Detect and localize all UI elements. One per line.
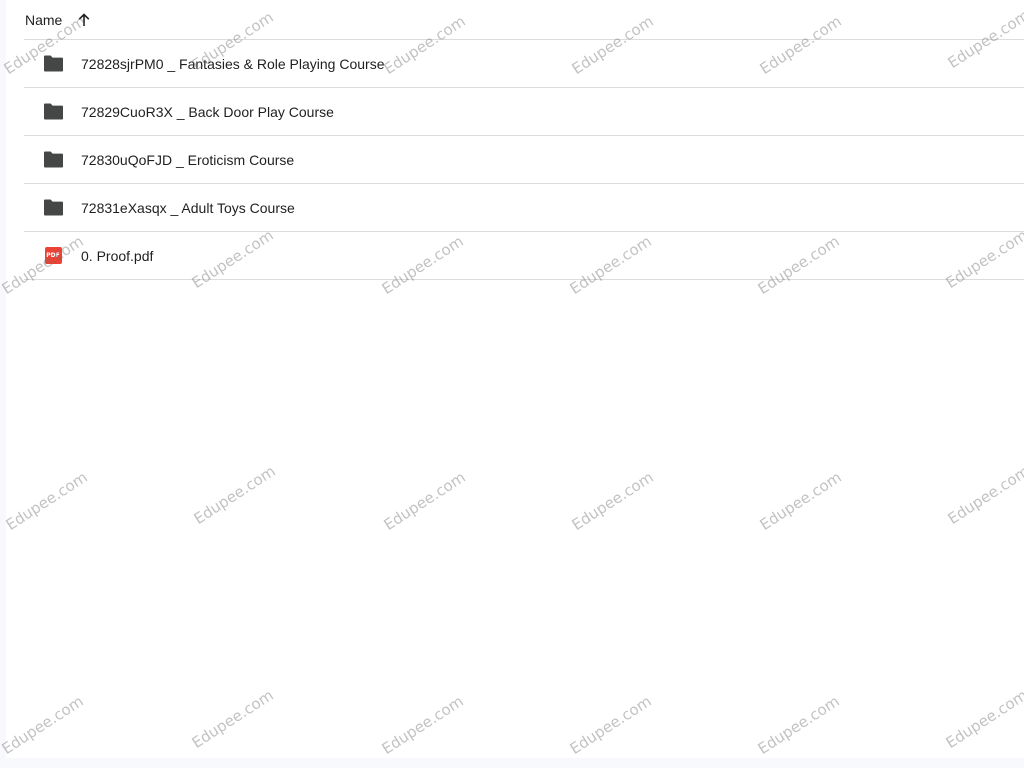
watermark: Edupee.com <box>378 692 467 758</box>
file-name: 72830uQoFJD _ Eroticism Course <box>81 151 295 168</box>
left-edge-strip <box>0 0 6 768</box>
folder-icon <box>42 198 64 218</box>
watermark: Edupee.com <box>380 468 469 534</box>
folder-icon <box>42 102 64 122</box>
file-name: 72829CuoR3X _ Back Door Play Course <box>81 103 334 120</box>
folder-icon <box>42 150 64 170</box>
name-column-header: Name <box>25 11 63 28</box>
file-row-pdf[interactable]: PDF 0. Proof.pdf <box>24 232 1024 280</box>
watermark: Edupee.com <box>2 468 91 534</box>
watermark: Edupee.com <box>944 462 1024 528</box>
watermark: Edupee.com <box>566 692 655 758</box>
pdf-file-icon: PDF <box>42 246 64 266</box>
arrow-up-icon[interactable] <box>76 12 92 28</box>
pdf-badge: PDF <box>44 247 62 264</box>
watermark: Edupee.com <box>942 686 1024 752</box>
file-row-folder-1[interactable]: 72828sjrPM0 _ Fantasies & Role Playing C… <box>24 40 1024 88</box>
watermark: Edupee.com <box>188 686 277 752</box>
sort-by-name-button[interactable]: Name <box>25 12 92 28</box>
watermark: Edupee.com <box>568 468 657 534</box>
watermark: Edupee.com <box>756 468 845 534</box>
file-name: 72831eXasqx _ Adult Toys Course <box>81 199 295 216</box>
file-list: Name 72828sjrPM0 _ Fantasies & Role Play… <box>24 0 1024 280</box>
watermark: Edupee.com <box>754 692 843 758</box>
file-name: 0. Proof.pdf <box>81 247 154 264</box>
watermark: Edupee.com <box>0 692 87 758</box>
file-name: 72828sjrPM0 _ Fantasies & Role Playing C… <box>81 55 385 72</box>
file-row-folder-4[interactable]: 72831eXasqx _ Adult Toys Course <box>24 184 1024 232</box>
watermark: Edupee.com <box>190 462 279 528</box>
file-row-folder-2[interactable]: 72829CuoR3X _ Back Door Play Course <box>24 88 1024 136</box>
folder-icon <box>42 54 64 74</box>
file-row-folder-3[interactable]: 72830uQoFJD _ Eroticism Course <box>24 136 1024 184</box>
list-header: Name <box>24 0 1024 40</box>
bottom-edge-strip <box>0 758 1024 768</box>
